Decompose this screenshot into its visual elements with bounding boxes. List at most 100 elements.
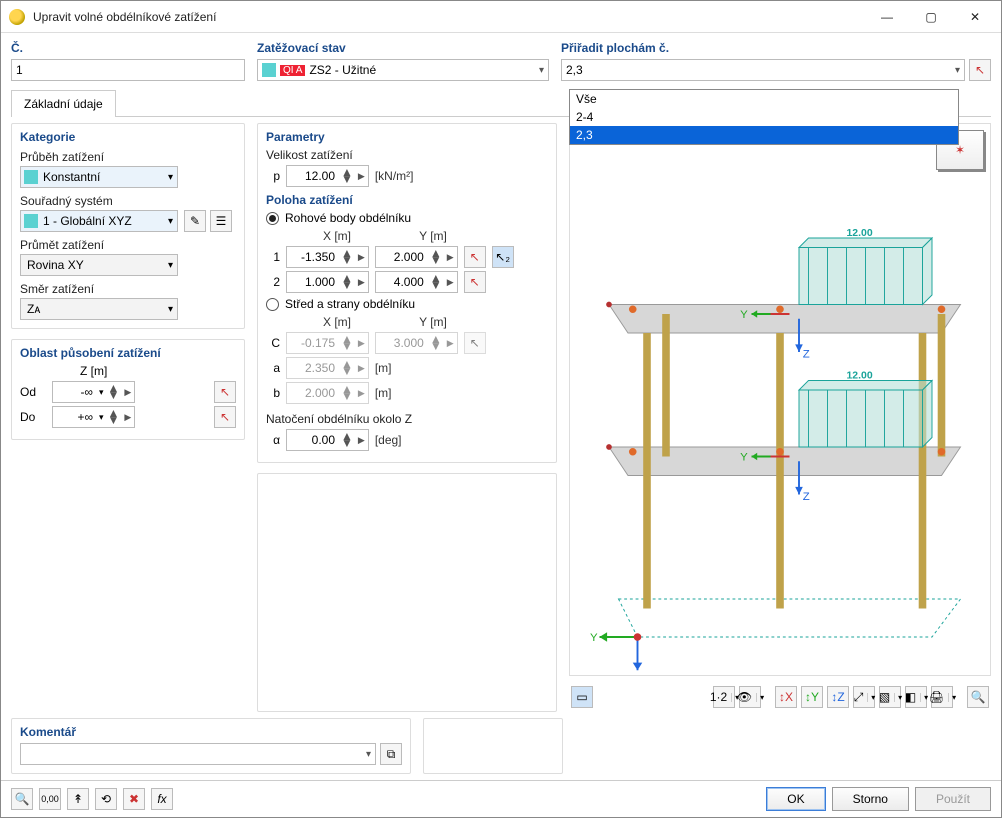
color-swatch [24, 214, 38, 228]
view-x-button[interactable]: ↕X [775, 686, 797, 708]
dialog-footer: 🔍 0,00 ↟ ⟲ ✖ fx OK Storno Použít [1, 780, 1001, 817]
loadcase-select[interactable]: QI A ZS2 - Užitné ▾ [257, 59, 549, 81]
view-section-button[interactable]: ▧▾ [879, 686, 901, 708]
load-course-select[interactable]: Konstantní ▾ [20, 166, 178, 188]
close-button[interactable]: ✕ [953, 3, 997, 31]
comment-panel: Komentář ▾ ⧉ [11, 718, 411, 774]
view-select-button[interactable]: ▭ [571, 686, 593, 708]
axis-z-icon: ↕Z [831, 690, 844, 704]
center-radio-label: Střed a strany obdélníku [285, 297, 415, 311]
assign-section-label: Přiřadit plochám č. [561, 41, 991, 55]
assign-value: 2,3 [566, 63, 583, 77]
range-from-pick-button[interactable]: ↖ [214, 381, 236, 403]
ok-button[interactable]: OK [766, 787, 825, 811]
x-head: X [m] [292, 229, 382, 243]
center-radio-row[interactable]: Střed a strany obdélníku [266, 297, 548, 311]
p-input[interactable]: ▲▼▶ [286, 165, 369, 187]
p-symbol: p [266, 169, 280, 183]
corner-radio-label: Rohové body obdélníku [285, 211, 411, 225]
viewer-toolbar: ▭ 1·2▾ 👁▾ ↕X ↕Y ↕Z ⤢▾ ▧▾ ◧▾ 🖨▾ 🔍 [569, 682, 991, 712]
a-unit: [m] [375, 361, 392, 375]
assign-option-24[interactable]: 2-4 [570, 108, 958, 126]
row2-label: 2 [266, 275, 280, 289]
comment-select[interactable]: ▾ [20, 743, 376, 765]
coord-system-select[interactable]: 1 - Globální XYZ ▾ [20, 210, 178, 232]
comment-title: Komentář [20, 725, 402, 739]
direction-value: Zᴀ [27, 302, 40, 316]
coord-new-button[interactable]: ✎ [184, 210, 206, 232]
viewer-load-top: 12.00 [847, 228, 873, 239]
row2-y-input[interactable]: ▲▼▶ [375, 271, 458, 293]
tab-basic-data[interactable]: Základní údaje [11, 90, 116, 117]
eye-icon: 👁 [733, 690, 756, 704]
minimize-button[interactable]: — [865, 3, 909, 31]
view-visibility-button[interactable]: 👁▾ [739, 686, 761, 708]
model-viewer[interactable]: ✶ [569, 123, 991, 676]
pick-surfaces-button[interactable]: ↖ [969, 59, 991, 81]
row1-x-input[interactable]: ▲▼▶ [286, 246, 369, 268]
coord-system-label: Souřadný systém [20, 194, 236, 208]
comment-copy-button[interactable]: ⧉ [380, 743, 402, 765]
view-y-button[interactable]: ↕Y [801, 686, 823, 708]
row2-pick-button[interactable]: ↖ [464, 271, 486, 293]
view-axes-button[interactable]: ⤢▾ [853, 686, 875, 708]
tool4-button[interactable]: ⟲ [95, 788, 117, 810]
units-button[interactable]: 0,00 [39, 788, 61, 810]
range-to-pick-button[interactable]: ↖ [214, 406, 236, 428]
tool-icon: ✖ [129, 792, 139, 806]
b-input[interactable]: ▲▼▶ [286, 382, 369, 404]
view-zoom-reset-button[interactable]: 🔍 [967, 686, 989, 708]
cursor-icon: ↖ [470, 250, 480, 264]
c-y-input[interactable]: ▲▼▶ [375, 332, 458, 354]
row1-y-input[interactable]: ▲▼▶ [375, 246, 458, 268]
a-input[interactable]: ▲▼▶ [286, 357, 369, 379]
row1-pick-button[interactable]: ↖ [464, 246, 486, 268]
number-section-label: Č. [11, 41, 245, 55]
number-input[interactable] [11, 59, 245, 81]
section-icon: ▧ [875, 690, 894, 704]
row1-pick2-button[interactable]: ↖₂ [492, 246, 514, 268]
direction-select[interactable]: Zᴀ ▾ [20, 298, 178, 320]
assign-select[interactable]: 2,3 ▾ [561, 59, 965, 81]
center-radio[interactable] [266, 298, 279, 311]
y-head: Y [m] [388, 229, 478, 243]
snap-icon: ↟ [73, 792, 83, 806]
corner-radio-row[interactable]: Rohové body obdélníku [266, 211, 548, 225]
range-to-input[interactable]: ▾▲▼▶ [52, 406, 135, 428]
y-head-2: Y [m] [388, 315, 478, 329]
function-button[interactable]: fx [151, 788, 173, 810]
projection-select[interactable]: Rovina XY ▾ [20, 254, 178, 276]
cursor-icon: ↖ [220, 385, 230, 399]
snap-button[interactable]: ↟ [67, 788, 89, 810]
view-z-button[interactable]: ↕Z [827, 686, 849, 708]
row2-x-input[interactable]: ▲▼▶ [286, 271, 369, 293]
loadcase-section-label: Zatěžovací stav [257, 41, 549, 55]
parameters-title: Parametry [266, 130, 548, 144]
a-label: a [266, 361, 280, 375]
alpha-input[interactable]: ▲▼▶ [286, 429, 369, 451]
c-x-input[interactable]: ▲▼▶ [286, 332, 369, 354]
assign-dropdown-list[interactable]: Vše 2-4 2,3 [569, 89, 959, 145]
viewer-scene: 12.00 12.00 [570, 124, 990, 675]
p-unit: [kN/m²] [375, 169, 414, 183]
coord-list-button[interactable]: ☰ [210, 210, 232, 232]
projection-value: Rovina XY [27, 258, 84, 272]
help-button[interactable]: 🔍 [11, 788, 33, 810]
range-panel: Oblast působení zatížení Z [m] Od ▾▲▼▶ ↖… [11, 339, 245, 440]
numbering-icon: 1·2 [706, 690, 731, 704]
view-numbering-button[interactable]: 1·2▾ [713, 686, 735, 708]
cancel-button[interactable]: Storno [832, 787, 909, 811]
row1-label: 1 [266, 250, 280, 264]
parameters-panel: Parametry Velikost zatížení p ▲▼▶ [kN/m²… [257, 123, 557, 463]
assign-option-all[interactable]: Vše [570, 90, 958, 108]
rotation-label: Natočení obdélníku okolo Z [266, 412, 548, 426]
assign-option-23[interactable]: 2,3 [570, 126, 958, 144]
new-icon: ✎ [190, 214, 200, 228]
view-render-button[interactable]: ◧▾ [905, 686, 927, 708]
maximize-button[interactable]: ▢ [909, 3, 953, 31]
view-print-button[interactable]: 🖨▾ [931, 686, 953, 708]
tool5-button[interactable]: ✖ [123, 788, 145, 810]
range-from-input[interactable]: ▾▲▼▶ [52, 381, 135, 403]
corner-radio[interactable] [266, 212, 279, 225]
chevron-down-icon: ▾ [168, 216, 173, 227]
